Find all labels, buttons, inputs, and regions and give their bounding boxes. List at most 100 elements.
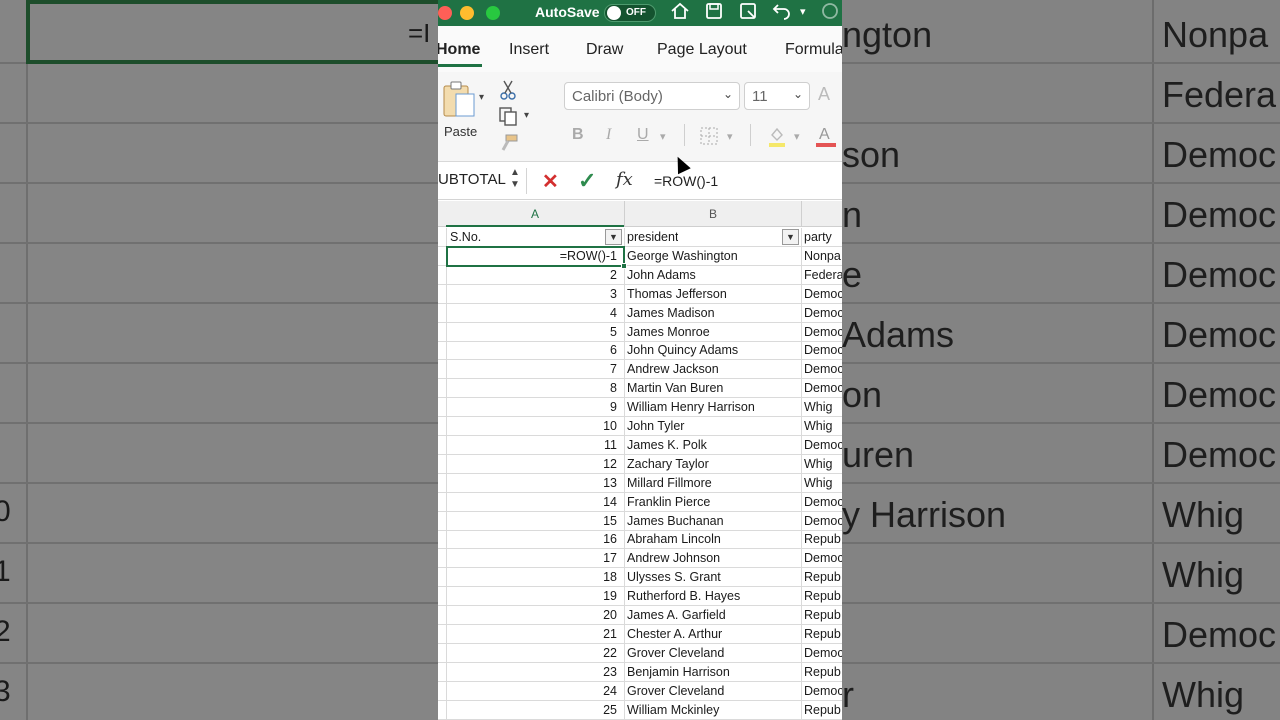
fill-handle[interactable] bbox=[621, 263, 627, 269]
cell-president[interactable]: James Buchanan bbox=[627, 514, 799, 528]
cell-president[interactable]: Ulysses S. Grant bbox=[627, 570, 799, 584]
cell-party[interactable]: Repub bbox=[804, 665, 842, 679]
save-icon[interactable] bbox=[704, 1, 724, 26]
cell-president[interactable]: James A. Garfield bbox=[627, 608, 799, 622]
font-color-icon[interactable]: A bbox=[816, 124, 836, 153]
cell-party[interactable]: Federa bbox=[804, 268, 842, 282]
copy-dropdown-icon[interactable]: ▾ bbox=[524, 110, 529, 121]
cell-president[interactable]: Thomas Jefferson bbox=[627, 287, 799, 301]
cell-party[interactable]: Nonpa bbox=[804, 249, 842, 263]
chevron-down-icon[interactable]: ▾ bbox=[800, 1, 806, 23]
increase-font-size-icon[interactable]: A bbox=[818, 84, 830, 105]
cell-party[interactable]: Repub bbox=[804, 589, 842, 603]
cell-party[interactable]: Democ bbox=[804, 325, 842, 339]
bold-button[interactable]: B bbox=[572, 126, 584, 144]
cell-sno[interactable]: 2 bbox=[446, 268, 621, 282]
cell-party[interactable]: Democ bbox=[804, 306, 842, 320]
format-painter-icon[interactable] bbox=[500, 134, 518, 157]
cell-president[interactable]: Zachary Taylor bbox=[627, 457, 799, 471]
name-box-stepper-icon[interactable]: ▲ ▼ bbox=[510, 167, 520, 191]
cell-party[interactable]: Democ bbox=[804, 514, 842, 528]
tab-insert[interactable]: Insert bbox=[509, 41, 549, 59]
undo-icon[interactable] bbox=[772, 1, 792, 26]
cell-sno[interactable]: 6 bbox=[446, 343, 621, 357]
cell-party[interactable]: Democ bbox=[804, 438, 842, 452]
cell-president[interactable]: Andrew Jackson bbox=[627, 362, 799, 376]
close-window-button[interactable] bbox=[438, 6, 452, 20]
cell-sno[interactable]: 16 bbox=[446, 532, 621, 546]
cell-sno[interactable]: 18 bbox=[446, 570, 621, 584]
cell-president[interactable]: William Mckinley bbox=[627, 703, 799, 717]
cell-president[interactable]: Benjamin Harrison bbox=[627, 665, 799, 679]
filter-dropdown-icon[interactable]: ▼ bbox=[782, 229, 799, 245]
cell-party[interactable]: Democ bbox=[804, 646, 842, 660]
chevron-down-icon[interactable]: ▾ bbox=[660, 130, 666, 143]
home-icon[interactable] bbox=[670, 1, 690, 26]
cell-sno[interactable]: 9 bbox=[446, 400, 621, 414]
cell-sno[interactable]: 4 bbox=[446, 306, 621, 320]
tab-home[interactable]: Home bbox=[438, 41, 480, 59]
cell-sno[interactable]: 14 bbox=[446, 495, 621, 509]
cell-sno[interactable]: 21 bbox=[446, 627, 621, 641]
name-box[interactable]: UBTOTAL bbox=[438, 171, 506, 188]
save-as-icon[interactable] bbox=[738, 1, 758, 26]
paste-dropdown-icon[interactable]: ▾ bbox=[479, 92, 484, 103]
cell-sno[interactable]: 10 bbox=[446, 419, 621, 433]
cell-president[interactable]: Abraham Lincoln bbox=[627, 532, 799, 546]
cancel-edit-button[interactable]: ✕ bbox=[542, 169, 559, 194]
cell-sno[interactable]: 22 bbox=[446, 646, 621, 660]
cell-president[interactable]: John Quincy Adams bbox=[627, 343, 799, 357]
confirm-edit-button[interactable]: ✓ bbox=[578, 168, 596, 194]
underline-button[interactable]: U bbox=[637, 126, 649, 144]
cell-president[interactable]: John Adams bbox=[627, 268, 799, 282]
cell-sno[interactable]: 23 bbox=[446, 665, 621, 679]
cell-sno[interactable]: 17 bbox=[446, 551, 621, 565]
cell-sno[interactable]: 20 bbox=[446, 608, 621, 622]
cell-party[interactable]: Democ bbox=[804, 551, 842, 565]
cell-party[interactable]: Democ bbox=[804, 495, 842, 509]
cell-party[interactable]: Repub bbox=[804, 608, 842, 622]
cell-president[interactable]: George Washington bbox=[627, 249, 799, 263]
cell-party[interactable]: Repub bbox=[804, 570, 842, 584]
cell-party[interactable]: Repub bbox=[804, 532, 842, 546]
cut-icon[interactable] bbox=[500, 80, 516, 105]
italic-button[interactable]: I bbox=[606, 126, 611, 144]
cell-president[interactable]: Millard Fillmore bbox=[627, 476, 799, 490]
header-cell-sno[interactable]: S.No. bbox=[450, 230, 481, 244]
header-cell-president[interactable]: president bbox=[627, 230, 678, 244]
insert-function-button[interactable]: fx bbox=[616, 169, 633, 190]
cell-party[interactable]: Whig bbox=[804, 476, 842, 490]
cell-sno[interactable]: 11 bbox=[446, 438, 621, 452]
cell-sno[interactable]: 7 bbox=[446, 362, 621, 376]
cell-party[interactable]: Repub bbox=[804, 703, 842, 717]
cell-party[interactable]: Democ bbox=[804, 287, 842, 301]
minimize-window-button[interactable] bbox=[460, 6, 474, 20]
cell-president[interactable]: James Monroe bbox=[627, 325, 799, 339]
cell-sno[interactable]: 12 bbox=[446, 457, 621, 471]
cell-party[interactable]: Whig bbox=[804, 400, 842, 414]
copy-icon[interactable] bbox=[498, 106, 518, 131]
cell-president[interactable]: Martin Van Buren bbox=[627, 381, 799, 395]
chevron-down-icon[interactable]: ▾ bbox=[794, 130, 800, 143]
cell-president[interactable]: William Henry Harrison bbox=[627, 400, 799, 414]
cell-sno[interactable]: 24 bbox=[446, 684, 621, 698]
cell-president[interactable]: Chester A. Arthur bbox=[627, 627, 799, 641]
cell-party[interactable]: Democ bbox=[804, 381, 842, 395]
cell-president[interactable]: John Tyler bbox=[627, 419, 799, 433]
cell-party[interactable]: Democ bbox=[804, 684, 842, 698]
paste-icon[interactable] bbox=[442, 80, 478, 125]
cell-party[interactable]: Democ bbox=[804, 343, 842, 357]
column-header-a[interactable]: A bbox=[446, 207, 624, 221]
redo-icon[interactable] bbox=[820, 1, 840, 26]
font-size-select[interactable]: 11 ⌄ bbox=[744, 82, 810, 110]
cell-president[interactable]: Andrew Johnson bbox=[627, 551, 799, 565]
cell-sno[interactable]: 25 bbox=[446, 703, 621, 717]
cell-sno[interactable]: 13 bbox=[446, 476, 621, 490]
fill-color-icon[interactable] bbox=[768, 126, 786, 153]
chevron-down-icon[interactable]: ▾ bbox=[727, 130, 733, 143]
cell-president[interactable]: Grover Cleveland bbox=[627, 646, 799, 660]
cell-sno[interactable]: 15 bbox=[446, 514, 621, 528]
cell-party[interactable]: Whig bbox=[804, 419, 842, 433]
cell-sno[interactable]: 5 bbox=[446, 325, 621, 339]
tab-page-layout[interactable]: Page Layout bbox=[657, 41, 747, 59]
